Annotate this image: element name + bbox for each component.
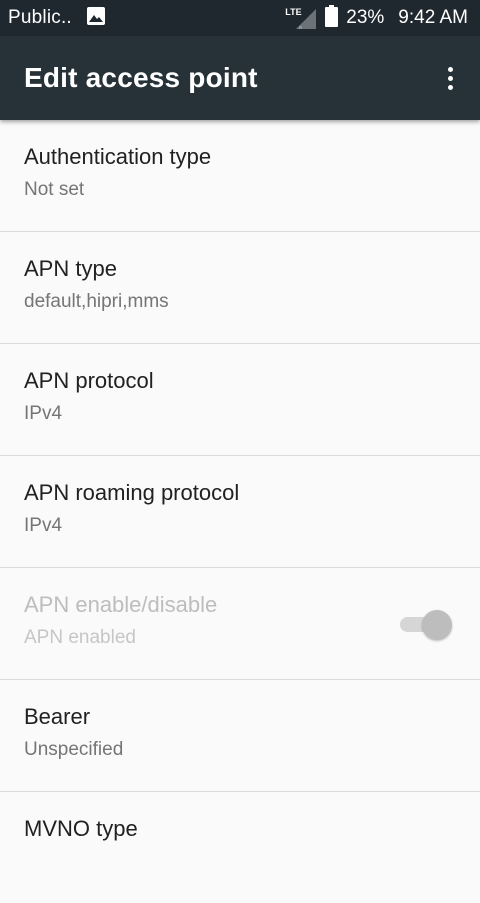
status-bar: Public.. LTE 23% 9:42 AM — [0, 0, 480, 36]
pref-summary: IPv4 — [24, 403, 63, 424]
pref-title: APN protocol — [24, 368, 154, 393]
pref-title: APN roaming protocol — [24, 480, 240, 505]
pref-summary: default,hipri,mms — [24, 291, 169, 312]
battery-percent: 23% — [346, 7, 385, 28]
pref-title: Bearer — [24, 704, 91, 729]
carrier-name: Public.. — [8, 7, 72, 28]
pref-apn-protocol[interactable]: APN protocol IPv4 — [0, 344, 480, 456]
pref-title: Authentication type — [24, 144, 212, 169]
clock: 9:42 AM — [398, 7, 468, 28]
pref-mvno-type[interactable]: MVNO type — [0, 792, 480, 903]
pref-title: MVNO type — [24, 816, 138, 841]
pref-summary: APN enabled — [24, 627, 136, 648]
pref-title: APN type — [24, 256, 117, 281]
pref-apn-type[interactable]: APN type default,hipri,mms — [0, 232, 480, 344]
overflow-menu-icon[interactable] — [438, 62, 462, 94]
pref-apn-roaming-protocol[interactable]: APN roaming protocol IPv4 — [0, 456, 480, 568]
lte-signal-icon: LTE — [285, 6, 317, 30]
settings-list: Authentication type Not set APN type def… — [0, 120, 480, 903]
app-toolbar: Edit access point — [0, 36, 480, 120]
toggle-thumb — [422, 610, 452, 640]
pref-title: APN enable/disable — [24, 592, 218, 617]
pref-bearer[interactable]: Bearer Unspecified — [0, 680, 480, 792]
image-notification-icon — [86, 6, 106, 31]
pref-summary: Not set — [24, 179, 85, 200]
apn-enable-toggle[interactable] — [400, 610, 452, 640]
pref-summary: Unspecified — [24, 739, 124, 760]
pref-apn-enable-disable: APN enable/disable APN enabled — [0, 568, 480, 680]
pref-summary: IPv4 — [24, 515, 63, 536]
page-title: Edit access point — [24, 62, 258, 93]
battery-icon — [325, 4, 339, 32]
pref-authentication-type[interactable]: Authentication type Not set — [0, 120, 480, 232]
